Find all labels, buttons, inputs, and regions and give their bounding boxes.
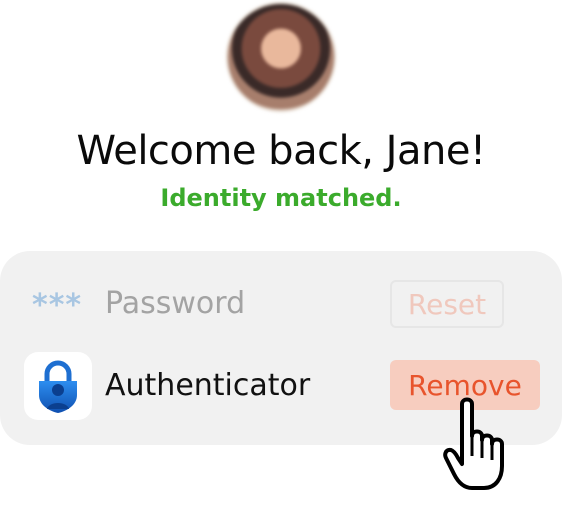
identity-status: Identity matched. — [160, 184, 402, 212]
hand-pointer-icon — [442, 396, 516, 500]
password-label: Password — [105, 286, 246, 321]
password-asterisks-icon: *** — [32, 288, 83, 323]
reset-password-button[interactable]: Reset — [390, 280, 504, 328]
user-avatar — [228, 4, 334, 110]
authenticator-app-icon — [24, 352, 92, 420]
welcome-heading: Welcome back, Jane! — [76, 128, 486, 174]
password-method-row: *** Password Reset — [0, 270, 562, 340]
authenticator-label: Authenticator — [105, 368, 311, 403]
